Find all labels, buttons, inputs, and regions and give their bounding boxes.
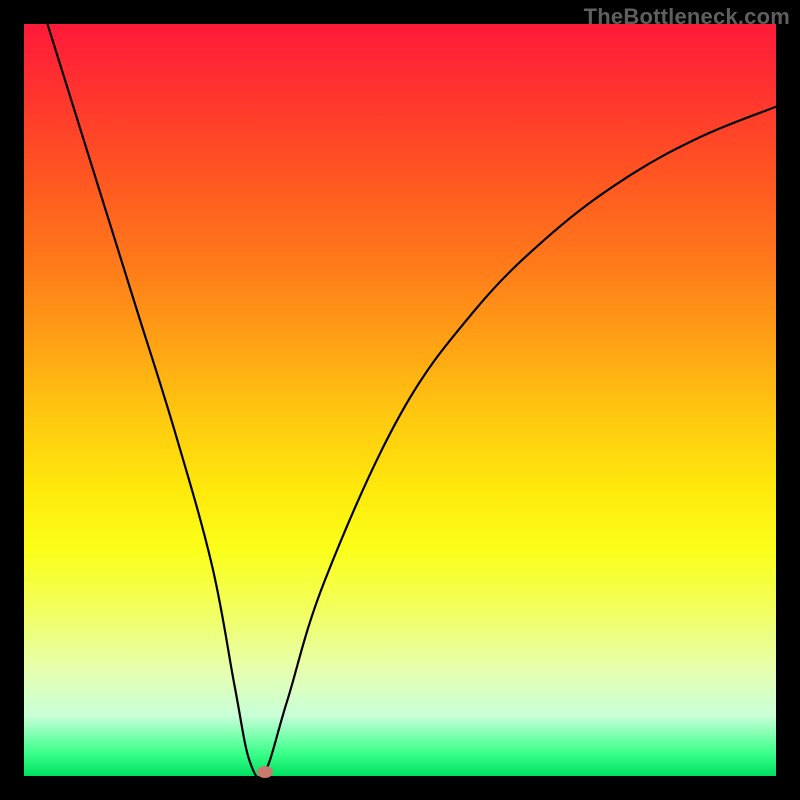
plot-area [24, 24, 776, 776]
chart-frame: TheBottleneck.com [0, 0, 800, 800]
watermark-text: TheBottleneck.com [584, 4, 790, 30]
minimum-marker [257, 766, 273, 778]
bottleneck-curve [24, 24, 776, 776]
